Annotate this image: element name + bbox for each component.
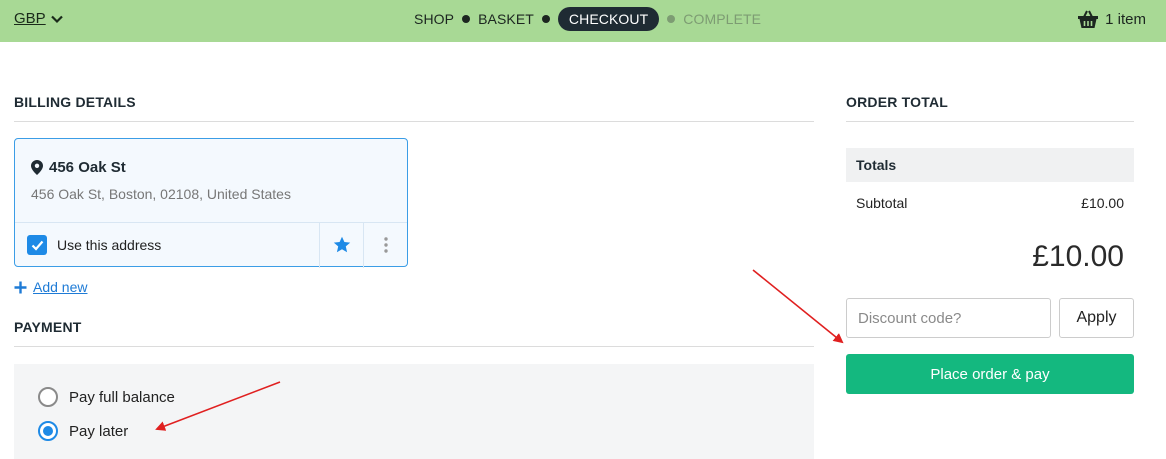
- divider: [846, 121, 1134, 122]
- step-separator: [667, 15, 676, 23]
- use-address-checkbox[interactable]: [27, 235, 47, 255]
- payment-option-label: Pay full balance: [69, 388, 175, 406]
- subtotal-label: Subtotal: [856, 195, 908, 211]
- star-icon: [333, 236, 350, 253]
- add-new-address-link[interactable]: Add new: [14, 279, 87, 295]
- payment-options: Pay full balance Pay later: [14, 364, 814, 459]
- map-pin-icon: [31, 160, 43, 175]
- favorite-address-button[interactable]: [319, 222, 363, 268]
- grand-total: £10.00: [1032, 240, 1124, 273]
- step-separator: [541, 15, 550, 23]
- payment-option-label: Pay later: [69, 422, 129, 440]
- divider: [14, 121, 814, 122]
- payment-title: PAYMENT: [14, 319, 82, 335]
- basket-icon: [1078, 10, 1099, 28]
- place-order-button[interactable]: Place order & pay: [846, 354, 1134, 394]
- apply-discount-button[interactable]: Apply: [1059, 298, 1134, 338]
- checkout-steps: SHOP BASKET CHECKOUT COMPLETE: [414, 7, 761, 31]
- radio-button-selected[interactable]: [38, 421, 58, 441]
- billing-title: BILLING DETAILS: [14, 94, 136, 110]
- basket-count: 1 item: [1105, 10, 1146, 28]
- divider: [14, 346, 814, 347]
- payment-option-full-balance[interactable]: Pay full balance: [38, 387, 175, 407]
- step-basket[interactable]: BASKET: [478, 11, 534, 27]
- address-name: 456 Oak St: [49, 159, 126, 176]
- totals-header: Totals: [846, 148, 1134, 182]
- step-separator: [462, 15, 471, 23]
- top-bar: GBP SHOP BASKET CHECKOUT COMPLETE 1 item: [0, 0, 1166, 42]
- basket-button[interactable]: 1 item: [1077, 9, 1146, 29]
- use-address-label: Use this address: [57, 237, 162, 253]
- order-total-title: ORDER TOTAL: [846, 94, 949, 110]
- payment-option-pay-later[interactable]: Pay later: [38, 421, 128, 441]
- step-complete: COMPLETE: [683, 11, 762, 27]
- subtotal-row: Subtotal £10.00: [846, 195, 1134, 211]
- address-menu-button[interactable]: [363, 222, 407, 268]
- more-vertical-icon: [383, 237, 388, 253]
- add-new-label: Add new: [33, 279, 88, 295]
- currency-label: GBP: [14, 10, 46, 27]
- annotation-arrow: [752, 269, 844, 344]
- step-checkout: CHECKOUT: [557, 7, 660, 31]
- discount-code-input[interactable]: [846, 298, 1051, 338]
- plus-icon: [14, 281, 27, 293]
- checkmark-icon: [31, 240, 43, 251]
- address-card[interactable]: 456 Oak St 456 Oak St, Boston, 02108, Un…: [14, 138, 408, 268]
- step-shop[interactable]: SHOP: [414, 11, 454, 27]
- radio-button[interactable]: [38, 387, 58, 407]
- subtotal-value: £10.00: [1081, 195, 1124, 211]
- chevron-down-icon: [50, 15, 63, 23]
- address-full: 456 Oak St, Boston, 02108, United States: [31, 186, 291, 202]
- currency-selector[interactable]: GBP: [14, 10, 64, 27]
